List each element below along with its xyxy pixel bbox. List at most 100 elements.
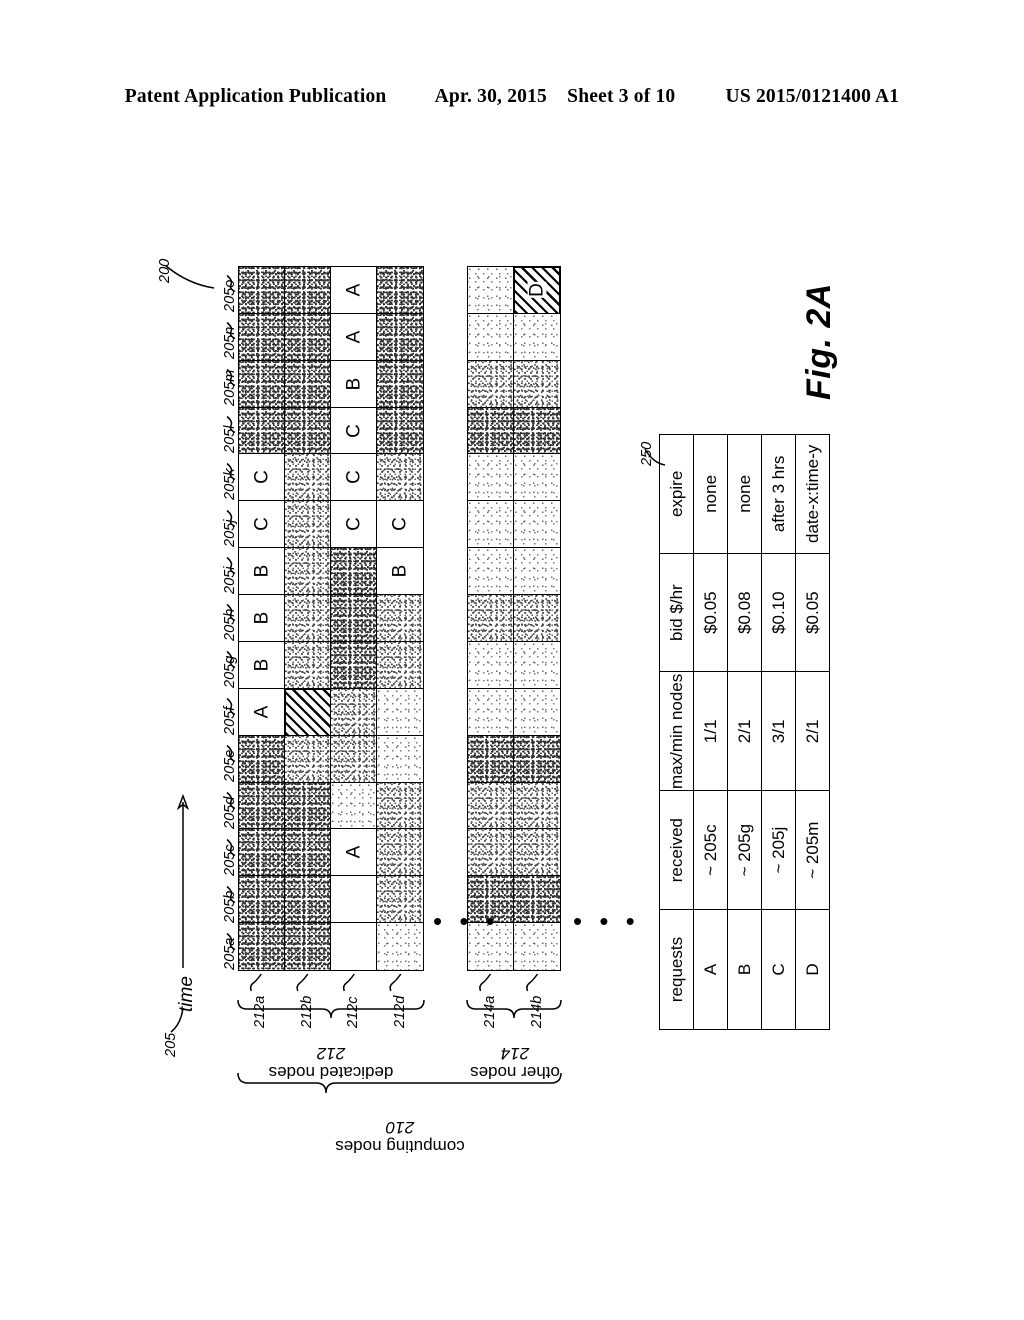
grid-cell <box>468 360 514 408</box>
time-slot-label-205h: 205h <box>222 608 238 641</box>
grid-cell <box>468 501 514 549</box>
grid-cell <box>468 735 514 783</box>
grid-cell <box>331 782 377 830</box>
ref-numeral-200: 200 <box>157 258 173 283</box>
time-slot-label-205a: 205a <box>222 937 238 970</box>
grid-cell: A <box>331 313 377 361</box>
grid-cell <box>468 548 514 596</box>
grid-cell <box>514 688 560 736</box>
caption-other-nodes-ref: 214 <box>500 1044 530 1064</box>
grid-cell <box>468 829 514 877</box>
grid-cell <box>514 548 560 596</box>
ref-numeral-250: 250 <box>639 441 655 466</box>
grid-cell <box>331 876 377 924</box>
cell-received: ~ 205c <box>693 790 728 910</box>
caption-dedicated-nodes-text: dedicated nodes <box>268 1063 394 1083</box>
table-row: A ~ 205c 1/1 $0.05 none <box>693 434 728 1030</box>
leader-212d <box>389 973 402 992</box>
caption-computing-nodes-ref: 210 <box>385 1118 415 1138</box>
grid-cell <box>468 313 514 361</box>
cell-received: ~ 205m <box>795 790 830 910</box>
grid-cell-label: B <box>343 377 364 390</box>
grid-cell <box>468 454 514 502</box>
grid-cell <box>514 407 560 455</box>
grid-cell-label: B <box>251 611 272 625</box>
grid-cell <box>239 876 285 924</box>
grid-cell <box>514 360 560 408</box>
grid-cell <box>239 829 285 877</box>
grid-cell <box>239 923 285 970</box>
grid-cell <box>377 641 423 689</box>
grid-cell-label: C <box>251 470 272 485</box>
time-axis-arrow <box>176 793 190 968</box>
caption-dedicated-nodes-ref: 212 <box>316 1044 346 1064</box>
cell-expire: none <box>693 434 728 554</box>
grid-cell <box>285 313 331 361</box>
cell-maxmin-nodes: 2/1 <box>795 672 830 791</box>
grid-cell <box>377 595 423 642</box>
cell-expire: after 3 hrs <box>761 434 796 554</box>
cell-received: ~ 205j <box>761 790 796 910</box>
grid-cell <box>377 407 423 455</box>
grid-cell <box>331 548 377 596</box>
caption-dedicated-nodes: dedicated nodes 212 <box>245 1044 417 1082</box>
grid-cell <box>285 876 331 924</box>
cell-expire: none <box>727 434 762 554</box>
cell-request-id: D <box>795 909 830 1030</box>
grid-cell <box>285 267 331 314</box>
grid-cell: B <box>239 548 285 596</box>
node-row-label-214b: 214b <box>528 995 545 1028</box>
grid-cell <box>468 595 514 642</box>
grid-cell <box>239 360 285 408</box>
cell-bid: $0.10 <box>761 553 796 672</box>
ellipsis-left: • • • <box>433 906 500 936</box>
grid-cell-label: C <box>343 470 364 485</box>
col-header-expire: expire <box>659 434 694 554</box>
grid-cell <box>285 735 331 783</box>
grid-cell: B <box>239 641 285 689</box>
leader-212c <box>342 973 355 992</box>
grid-cell <box>514 782 560 830</box>
grid-cell <box>514 876 560 924</box>
time-axis-label: time <box>176 976 197 1012</box>
grid-cell: A <box>331 829 377 877</box>
grid-cell <box>285 829 331 877</box>
table-header-row: requests received max/min nodes bid $/hr… <box>659 434 694 1030</box>
cell-maxmin-nodes: 3/1 <box>761 672 796 791</box>
grid-cell <box>331 923 377 970</box>
grid-cell-label: A <box>251 705 272 719</box>
grid-cell <box>514 735 560 783</box>
grid-cell: C <box>331 454 377 502</box>
grid-cell <box>239 267 285 314</box>
grid-cell <box>377 876 423 924</box>
time-slot-label-205l: 205l <box>222 425 238 453</box>
time-slot-label-205n: 205n <box>222 326 238 359</box>
grid-cell <box>468 267 514 314</box>
grid-cell: A <box>331 267 377 314</box>
cell-bid: $0.05 <box>693 553 728 672</box>
request-table-container: requests received max/min nodes bid $/hr… <box>659 434 830 1030</box>
caption-other-nodes: other nodes 214 <box>465 1044 565 1082</box>
grid-cell: C <box>331 407 377 455</box>
grid-cell <box>514 923 560 970</box>
node-row-label-214a: 214a <box>481 995 498 1028</box>
request-table: requests received max/min nodes bid $/hr… <box>659 434 830 1030</box>
grid-cell <box>514 595 560 642</box>
grid-cell <box>285 407 331 455</box>
dedicated-nodes-grid: A A B C C C C C C B B B B A A <box>238 266 424 971</box>
node-row-label-212c: 212c <box>345 996 362 1028</box>
grid-cell <box>514 454 560 502</box>
grid-cell: C <box>377 501 423 549</box>
grid-cell <box>468 407 514 455</box>
grid-cell <box>331 641 377 689</box>
table-row: C ~ 205j 3/1 $0.10 after 3 hrs <box>761 434 796 1030</box>
grid-cell <box>331 688 377 736</box>
leader-200 <box>165 265 215 289</box>
grid-cell <box>468 641 514 689</box>
grid-cell <box>377 782 423 830</box>
grid-cell <box>285 782 331 830</box>
grid-cell-label: B <box>389 564 411 578</box>
grid-cell-label: A <box>343 330 364 344</box>
node-row-label-212b: 212b <box>298 995 315 1028</box>
grid-cell <box>285 501 331 549</box>
